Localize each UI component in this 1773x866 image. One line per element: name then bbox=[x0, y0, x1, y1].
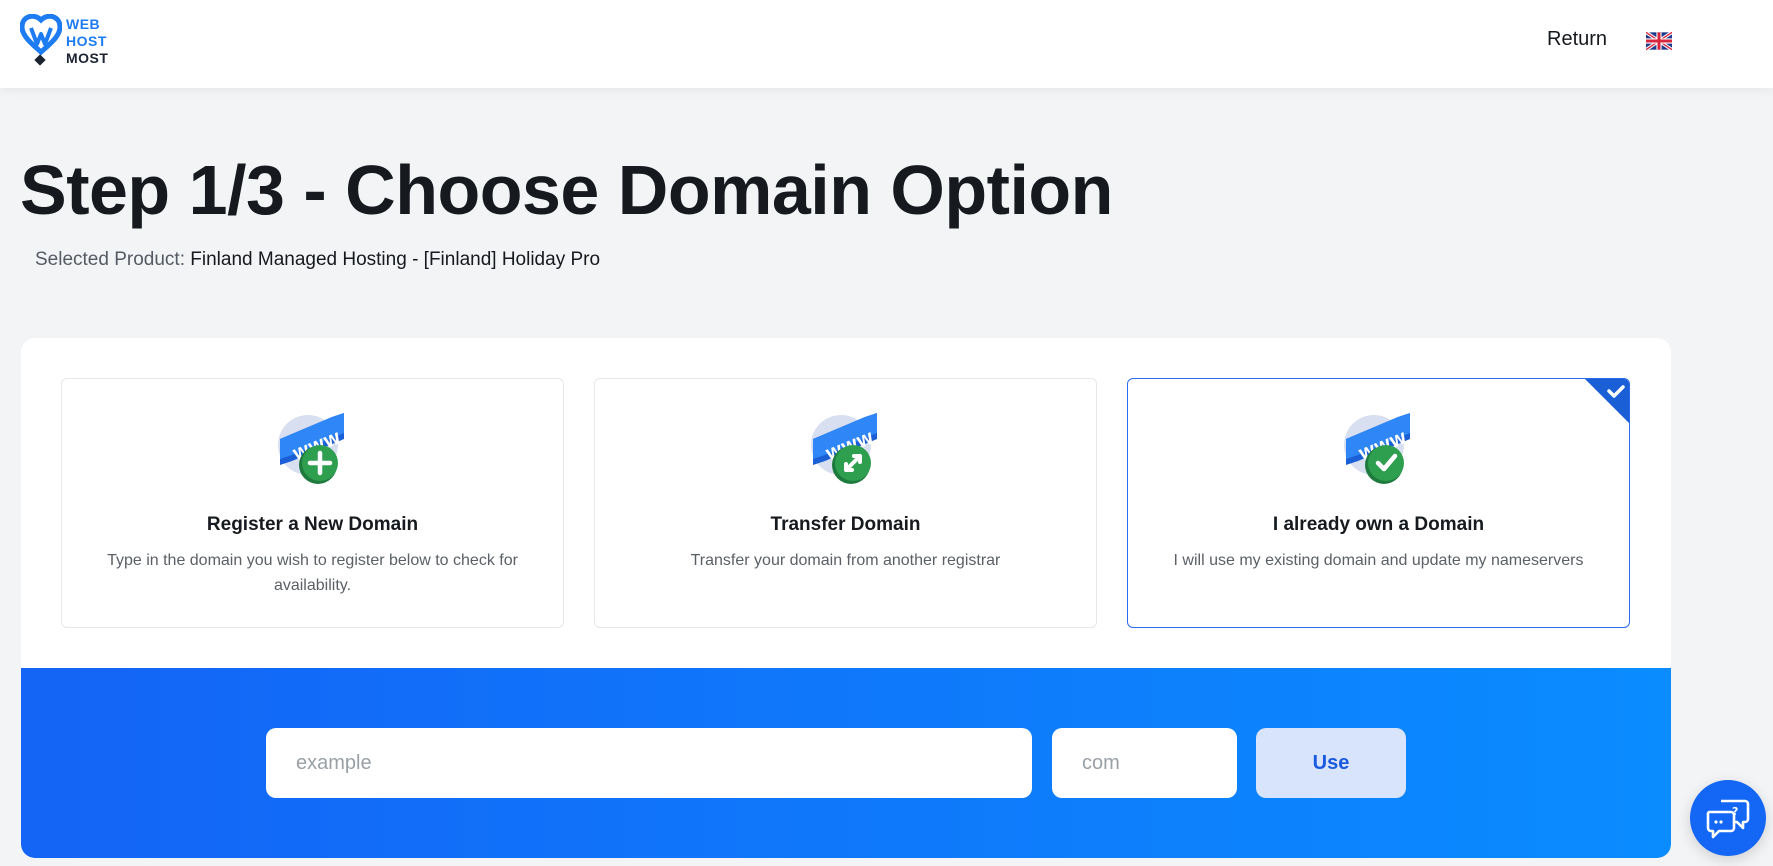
logo-line-3: MOST bbox=[66, 50, 109, 66]
selected-product-value: Finland Managed Hosting - [Finland] Holi… bbox=[190, 249, 601, 270]
tld-input[interactable] bbox=[1052, 728, 1237, 798]
uk-flag-icon[interactable] bbox=[1646, 31, 1672, 51]
www-transfer-icon: WWW bbox=[810, 413, 877, 484]
return-link[interactable]: Return bbox=[1547, 28, 1607, 51]
www-check-icon: WWW bbox=[1343, 413, 1410, 484]
selected-product-label: Selected Product: bbox=[35, 249, 185, 270]
selected-check-icon bbox=[1585, 379, 1629, 423]
option-description: I will use my existing domain and update… bbox=[1173, 552, 1584, 569]
option-transfer-domain[interactable]: WWW Transfer Domain Transfer your domain… bbox=[594, 378, 1097, 628]
logo-line-2: HOST bbox=[66, 33, 107, 49]
chat-help-button[interactable]: ? bbox=[1690, 780, 1766, 856]
chat-help-icon: ? bbox=[1706, 799, 1750, 839]
option-own-domain[interactable]: WWW I already own a Domain I will use my… bbox=[1127, 378, 1630, 628]
www-plus-icon: WWW bbox=[277, 413, 344, 484]
logo-text: WEB HOST MOST bbox=[66, 16, 108, 67]
domain-input[interactable] bbox=[266, 728, 1032, 798]
use-button[interactable]: Use bbox=[1256, 728, 1406, 798]
domain-options: WWW Register a New Domain Type in the do… bbox=[61, 378, 1631, 628]
option-description: Transfer your domain from another regist… bbox=[690, 552, 1001, 569]
site-header: WEB HOST MOST Return bbox=[0, 0, 1773, 88]
svg-text:?: ? bbox=[1732, 805, 1738, 818]
option-register-domain[interactable]: WWW Register a New Domain Type in the do… bbox=[61, 378, 564, 628]
option-title: Transfer Domain bbox=[770, 514, 921, 535]
domain-option-card: WWW Register a New Domain Type in the do… bbox=[21, 338, 1671, 858]
selected-product: Selected Product: Finland Managed Hostin… bbox=[35, 249, 600, 271]
option-description: Type in the domain you wish to register … bbox=[107, 552, 518, 594]
page-title: Step 1/3 - Choose Domain Option bbox=[20, 151, 1113, 229]
option-title: I already own a Domain bbox=[1272, 514, 1485, 535]
logo[interactable]: WEB HOST MOST bbox=[20, 14, 108, 68]
logo-mark-icon bbox=[20, 14, 62, 66]
logo-line-1: WEB bbox=[66, 16, 101, 32]
option-title: Register a New Domain bbox=[206, 514, 419, 535]
domain-search-band: Use bbox=[21, 668, 1671, 858]
